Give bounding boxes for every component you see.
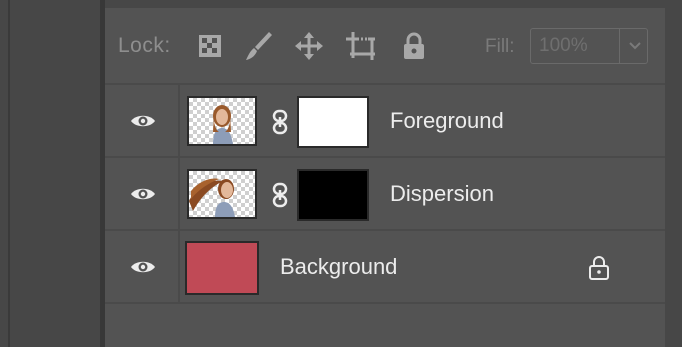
mask-link-icon[interactable] (271, 182, 289, 213)
dock-divider (8, 0, 10, 347)
layers-empty-area[interactable] (105, 302, 665, 347)
eye-icon[interactable] (130, 111, 156, 136)
lock-artboard-icon[interactable] (345, 31, 379, 66)
row-divider (178, 158, 180, 231)
lock-icon[interactable] (588, 255, 610, 286)
fill-label: Fill: (485, 36, 515, 57)
layer-row-dispersion[interactable]: Dispersion (105, 156, 665, 231)
layer-name[interactable]: Dispersion (390, 181, 494, 207)
lock-transparent-pixels-icon[interactable] (198, 34, 222, 63)
eye-icon[interactable] (130, 257, 156, 282)
row-divider (178, 85, 180, 158)
layer-thumbnail[interactable] (185, 241, 259, 295)
layers-panel: Lock: Fill: 100% Foreground Dispersion B… (105, 8, 665, 347)
lock-position-icon[interactable] (294, 31, 324, 66)
layer-thumbnail[interactable] (187, 169, 257, 219)
lock-toolbar: Lock: Fill: 100% (105, 8, 665, 83)
layer-thumbnail[interactable] (187, 96, 257, 146)
layer-mask-thumbnail[interactable] (297, 96, 369, 148)
fill-input[interactable]: 100% (530, 28, 648, 64)
mask-link-icon[interactable] (271, 109, 289, 140)
left-dock (0, 0, 100, 347)
layer-name[interactable]: Background (280, 254, 397, 280)
scrollbar-track[interactable] (665, 0, 682, 347)
layer-mask-thumbnail[interactable] (297, 169, 369, 221)
fill-divider (619, 29, 620, 63)
panel-top-edge (100, 0, 682, 8)
layer-row-background[interactable]: Background (105, 229, 665, 304)
eye-icon[interactable] (130, 184, 156, 209)
layer-name[interactable]: Foreground (390, 108, 504, 134)
chevron-down-icon[interactable] (626, 34, 644, 63)
row-divider (178, 231, 180, 304)
lock-image-pixels-icon[interactable] (245, 30, 273, 67)
lock-all-icon[interactable] (401, 31, 427, 66)
fill-value: 100% (539, 35, 588, 56)
layer-row-foreground[interactable]: Foreground (105, 83, 665, 158)
lock-label: Lock: (118, 34, 171, 57)
